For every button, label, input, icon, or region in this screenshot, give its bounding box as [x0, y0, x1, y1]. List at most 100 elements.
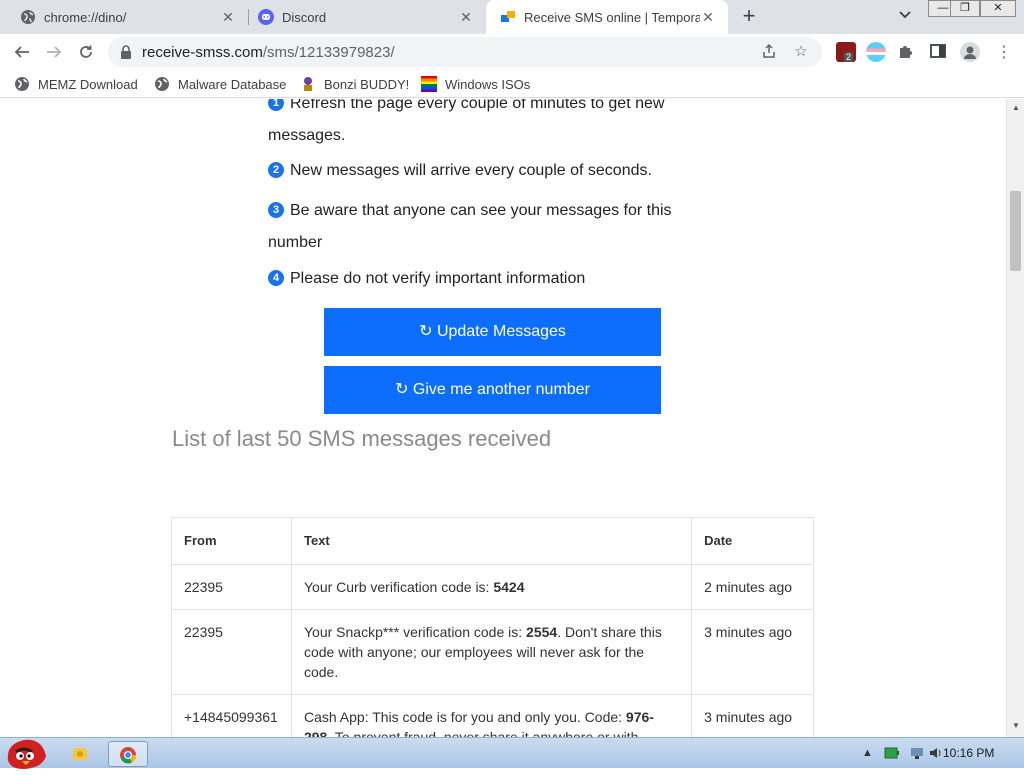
side-panel-icon[interactable]	[929, 42, 949, 62]
puzzle-icon[interactable]	[897, 42, 917, 62]
close-icon[interactable]: ✕	[700, 9, 716, 25]
new-tab-button[interactable]: +	[738, 5, 760, 28]
header-from: From	[171, 517, 292, 565]
bookmark-memz[interactable]: MEMZ Download	[14, 75, 138, 93]
page-scrollbar[interactable]: ▲ ▼	[1006, 99, 1024, 737]
taskbar: ▲ 10:16 PM	[0, 737, 1024, 769]
tab-title: chrome://dino/	[44, 9, 127, 25]
table-row: +14845099361 Cash App: This code is for …	[171, 694, 814, 737]
tab-dino[interactable]: chrome://dino/ ✕	[0, 0, 248, 34]
instruction-text: New messages will arrive every couple of…	[290, 162, 652, 179]
update-messages-button[interactable]: ↻ Update Messages	[324, 308, 661, 356]
tab-title: Discord	[282, 9, 327, 25]
volume-icon[interactable]	[928, 746, 942, 763]
sms-text-before: Your Snackp*** verification code is:	[303, 624, 527, 640]
bookmark-malware-database[interactable]: Malware Database	[154, 75, 286, 93]
tab-search-icon[interactable]	[896, 8, 914, 26]
sms-date: 3 minutes ago	[691, 694, 814, 737]
bookmark-label: Windows ISOs	[445, 76, 531, 92]
instruction-item: 4 Please do not verify important informat…	[268, 263, 688, 295]
bonzi-icon	[300, 76, 316, 92]
bookmarks-bar: MEMZ Download Malware Database Bonzi BUD…	[0, 70, 1024, 98]
tab-receive-sms[interactable]: Receive SMS online | Tempora ✕	[486, 0, 728, 34]
instruction-item: 1 Refresh the page every couple of minute…	[268, 99, 688, 152]
sms-text: Your Curb verification code is: 5424	[290, 564, 693, 610]
bookmark-label: Malware Database	[178, 76, 287, 92]
tab-discord[interactable]: Discord ✕	[238, 0, 486, 34]
discord-icon	[258, 9, 274, 25]
sms-text-before: Cash App: This code is for you and only …	[303, 709, 626, 725]
sms-date: 2 minutes ago	[691, 564, 814, 610]
ublock-icon[interactable]: 2	[836, 42, 856, 62]
instruction-text: Be aware that anyone can see your messag…	[268, 202, 672, 251]
globe-icon	[14, 76, 30, 92]
another-number-button[interactable]: ↻ Give me another number	[324, 366, 661, 414]
instruction-item: 3 Be aware that anyone can see your messa…	[268, 195, 688, 259]
number-badge: 4	[268, 270, 284, 286]
table-row: 22395 Your Curb verification code is: 54…	[171, 564, 814, 610]
sms-table: From Text Date 22395 Your Curb verificat…	[171, 517, 814, 737]
sms-code: 2554	[526, 624, 558, 640]
reload-icon[interactable]	[74, 40, 98, 64]
globe-icon	[154, 76, 170, 92]
scroll-down-arrow-icon[interactable]: ▼	[1011, 721, 1021, 731]
sms-text-before: Your Curb verification code is:	[303, 579, 494, 595]
windows-icon	[421, 76, 437, 92]
profile-avatar-icon[interactable]	[960, 42, 980, 62]
list-heading: List of last 50 SMS messages received	[172, 426, 552, 451]
tab-title: Receive SMS online | Tempora	[524, 9, 700, 25]
scroll-thumb[interactable]	[1010, 191, 1021, 271]
page-content: 1 Refresh the page every couple of minute…	[0, 99, 1006, 737]
forward-icon[interactable]	[42, 40, 66, 64]
sms-text: Your Snackp*** verification code is: 255…	[290, 609, 693, 695]
sms-code: 5424	[493, 579, 525, 595]
receive-sms-icon	[500, 9, 516, 25]
menu-kebab-icon[interactable]: ⋮	[994, 42, 1014, 62]
instruction-text: Refresh the page every couple of minutes…	[268, 99, 665, 144]
number-badge: 2	[268, 162, 284, 178]
sms-from: 22395	[171, 564, 292, 610]
sms-text-after: . To prevent fraud, never share it anywh…	[327, 729, 639, 737]
url-text: receive-smss.com/sms/12133979823/	[142, 44, 395, 61]
start-button[interactable]	[2, 730, 50, 770]
close-icon[interactable]: ✕	[458, 9, 474, 25]
bookmark-windows-isos[interactable]: Windows ISOs	[421, 75, 530, 93]
table-header-row: From Text Date	[171, 517, 814, 565]
sms-date: 3 minutes ago	[691, 609, 814, 695]
number-badge: 1	[268, 99, 284, 111]
bookmark-label: MEMZ Download	[38, 76, 138, 92]
bookmark-label: Bonzi BUDDY!	[324, 76, 410, 92]
taskbar-clock[interactable]: 10:16 PM	[943, 746, 994, 760]
tray-expand-icon[interactable]: ▲	[862, 747, 873, 759]
number-badge: 3	[268, 202, 284, 218]
address-bar[interactable]: receive-smss.com/sms/12133979823/ ☆	[108, 37, 822, 67]
close-icon[interactable]: ✕	[220, 9, 236, 25]
globe-icon	[20, 9, 36, 25]
sms-from: +14845099361	[171, 694, 292, 737]
header-date: Date	[691, 517, 814, 565]
instruction-text: Please do not verify important informati…	[290, 270, 586, 287]
network-icon[interactable]	[910, 746, 924, 763]
maximize-button[interactable]: ❐	[950, 0, 980, 17]
sms-from: 22395	[171, 609, 292, 695]
battery-icon[interactable]	[884, 746, 900, 763]
bookmark-star-icon[interactable]: ☆	[792, 43, 810, 61]
back-icon[interactable]	[10, 40, 34, 64]
scroll-up-arrow-icon[interactable]: ▲	[1011, 103, 1021, 113]
tab-strip: chrome://dino/ ✕ Discord ✕ Receive SMS o…	[0, 0, 1024, 34]
toolbar: receive-smss.com/sms/12133979823/ ☆ 2 ⋮	[0, 34, 1024, 70]
header-text: Text	[290, 517, 693, 565]
url-path: /sms/12133979823/	[262, 44, 395, 61]
file-explorer-taskbar-icon[interactable]	[60, 741, 100, 767]
url-domain: receive-smss.com	[142, 44, 263, 61]
close-window-button[interactable]: ✕	[980, 0, 1016, 17]
chrome-taskbar-icon[interactable]	[108, 741, 148, 767]
bookmark-bonzi-buddy[interactable]: Bonzi BUDDY!	[300, 75, 409, 93]
sms-text: Cash App: This code is for you and only …	[290, 694, 693, 737]
instruction-item: 2 New messages will arrive every couple o…	[268, 155, 688, 187]
lock-icon[interactable]	[120, 45, 132, 59]
extension-flag-icon[interactable]	[866, 42, 886, 62]
share-icon[interactable]	[760, 43, 778, 61]
extension-badge: 2	[844, 52, 854, 62]
table-row: 22395 Your Snackp*** verification code i…	[171, 609, 814, 695]
